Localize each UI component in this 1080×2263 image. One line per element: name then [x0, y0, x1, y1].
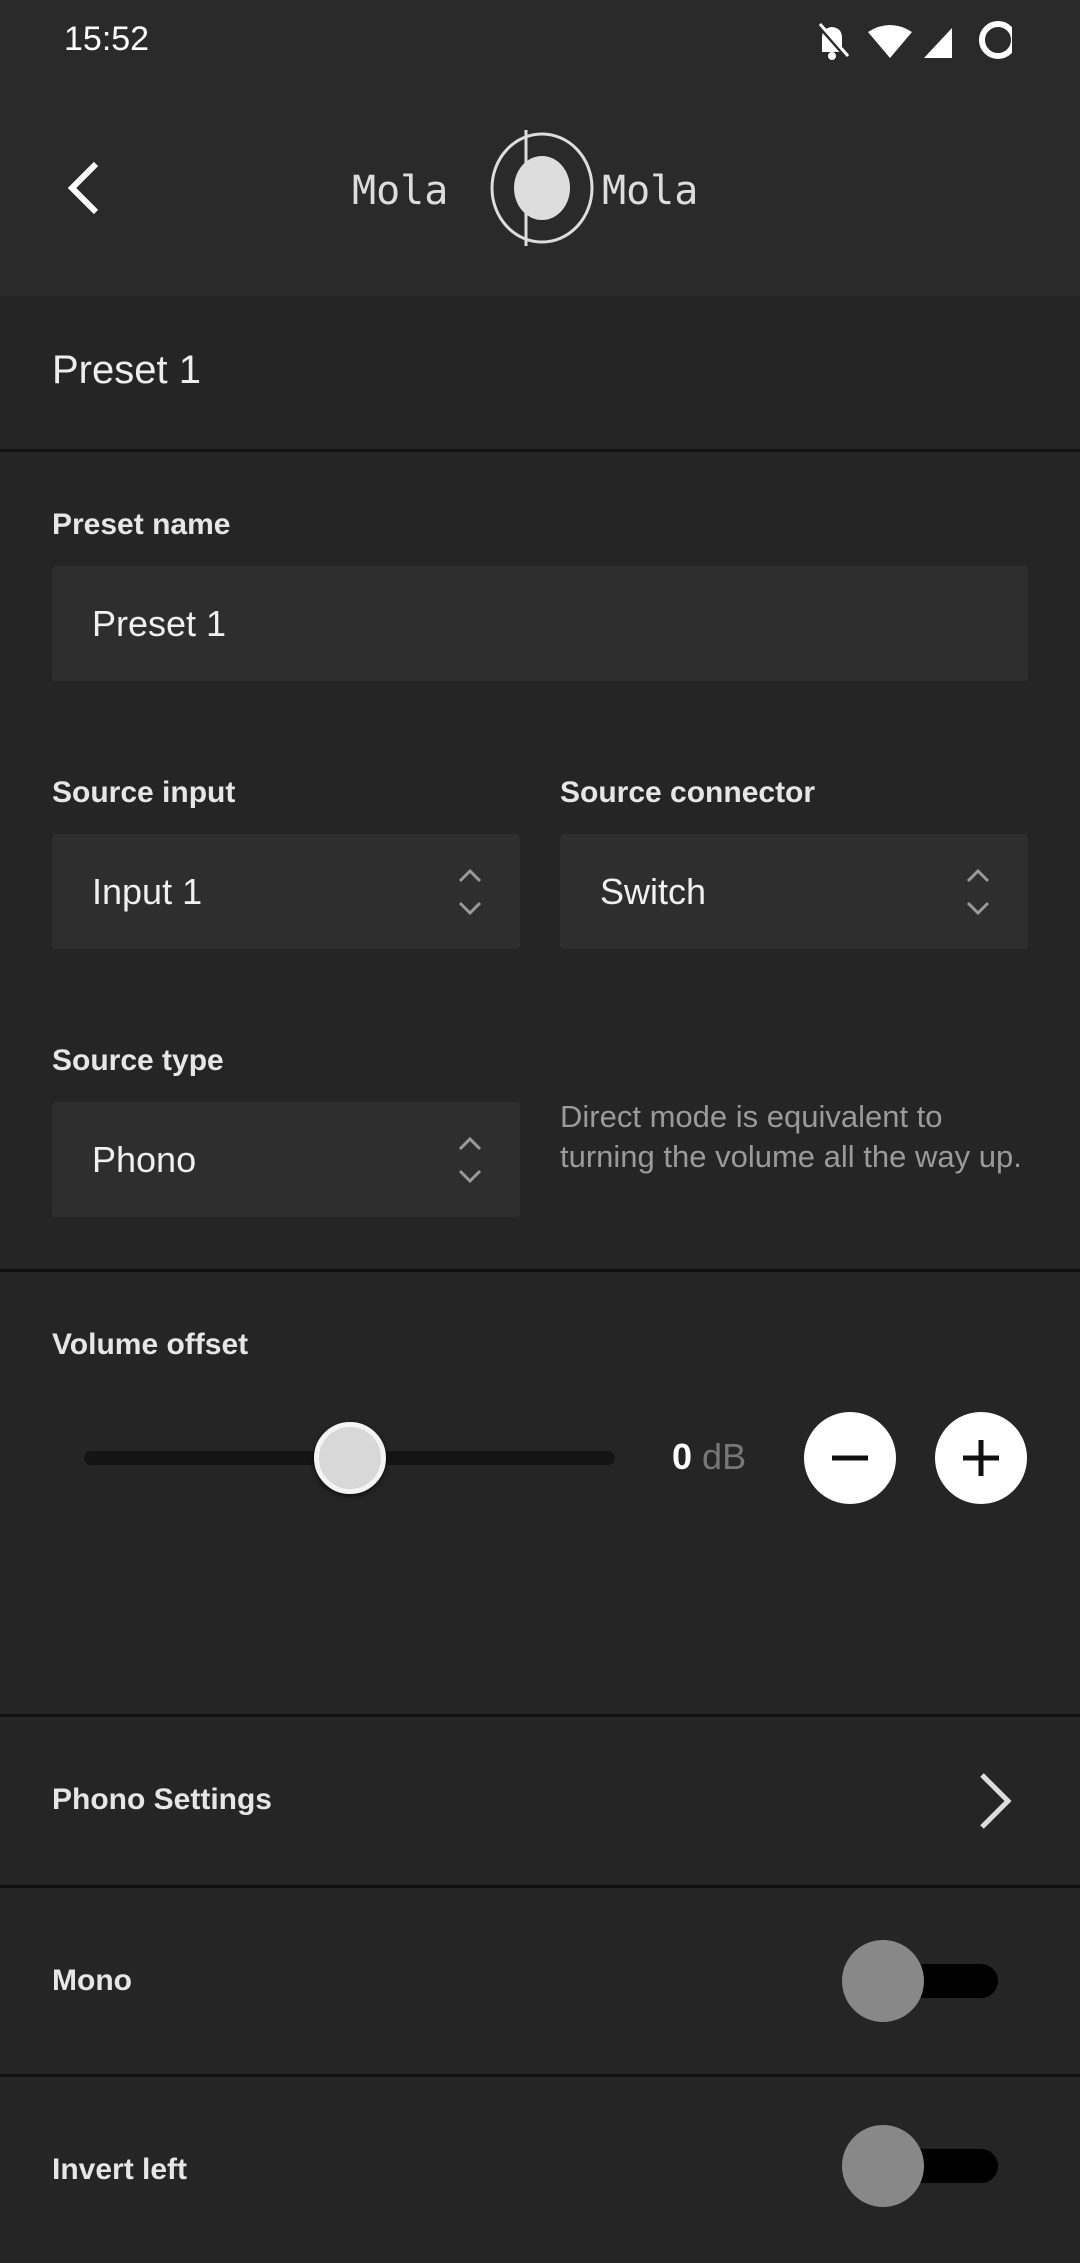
- source-input-label: Source input: [52, 776, 236, 809]
- volume-unit: dB: [702, 1436, 747, 1477]
- toggle-knob: [842, 1940, 924, 2022]
- wifi-icon: [868, 25, 912, 58]
- svg-text:Mola: Mola: [352, 168, 448, 214]
- mono-label: Mono: [52, 1964, 132, 1997]
- app-header: Mola Mola: [0, 80, 1080, 296]
- source-type-select[interactable]: Phono: [52, 1102, 520, 1217]
- status-bar: 15:52: [0, 0, 1080, 80]
- phono-settings-row[interactable]: Phono Settings: [0, 1717, 1080, 1885]
- phono-settings-label: Phono Settings: [52, 1783, 272, 1816]
- source-connector-value: Switch: [600, 870, 707, 912]
- divider: [0, 1269, 1080, 1272]
- up-down-chevron-icon: [966, 868, 990, 915]
- up-down-chevron-icon: [458, 1136, 482, 1183]
- up-down-chevron-icon: [458, 868, 482, 915]
- source-type-helper: Direct mode is equivalent to turning the…: [560, 1099, 1022, 1174]
- invert-left-row: Invert left: [0, 2077, 1080, 2263]
- mono-row: Mono: [0, 1888, 1080, 2074]
- source-connector-label: Source connector: [560, 776, 816, 809]
- volume-offset-label: Volume offset: [52, 1328, 249, 1361]
- clock: 15:52: [64, 20, 150, 58]
- source-type-label: Source type: [52, 1044, 224, 1077]
- bell-off-icon: [816, 22, 850, 60]
- battery-ring-icon: [979, 21, 1012, 59]
- page-title: Preset 1: [52, 348, 201, 392]
- mono-toggle[interactable]: [842, 1940, 1002, 2022]
- volume-value: 0: [672, 1436, 693, 1477]
- volume-increase-button[interactable]: [935, 1412, 1027, 1504]
- volume-slider-thumb[interactable]: [313, 1422, 386, 1494]
- source-connector-select[interactable]: Switch: [560, 834, 1028, 949]
- preset-name-input[interactable]: Preset 1: [52, 566, 1028, 681]
- preset-name-value: Preset 1: [92, 602, 227, 644]
- chevron-right-icon: [980, 1773, 1012, 1829]
- invert-left-label: Invert left: [52, 2153, 188, 2186]
- signal-icon: [924, 28, 952, 58]
- source-input-value: Input 1: [92, 870, 203, 912]
- volume-decrease-button[interactable]: [804, 1412, 896, 1504]
- status-icons: [816, 21, 1012, 60]
- invert-left-toggle[interactable]: [842, 2125, 1002, 2207]
- source-input-select[interactable]: Input 1: [52, 834, 520, 949]
- minus-icon: [832, 1455, 868, 1461]
- mola-mola-logo: Mola Mola: [350, 130, 730, 246]
- volume-readout: 0 dB: [672, 1436, 746, 1478]
- svg-text:Mola: Mola: [602, 168, 698, 214]
- divider: [0, 449, 1080, 452]
- preset-name-label: Preset name: [52, 508, 231, 541]
- source-type-value: Phono: [92, 1138, 197, 1180]
- back-button[interactable]: [62, 160, 102, 216]
- toggle-knob: [842, 2125, 924, 2207]
- plus-icon: [963, 1440, 999, 1476]
